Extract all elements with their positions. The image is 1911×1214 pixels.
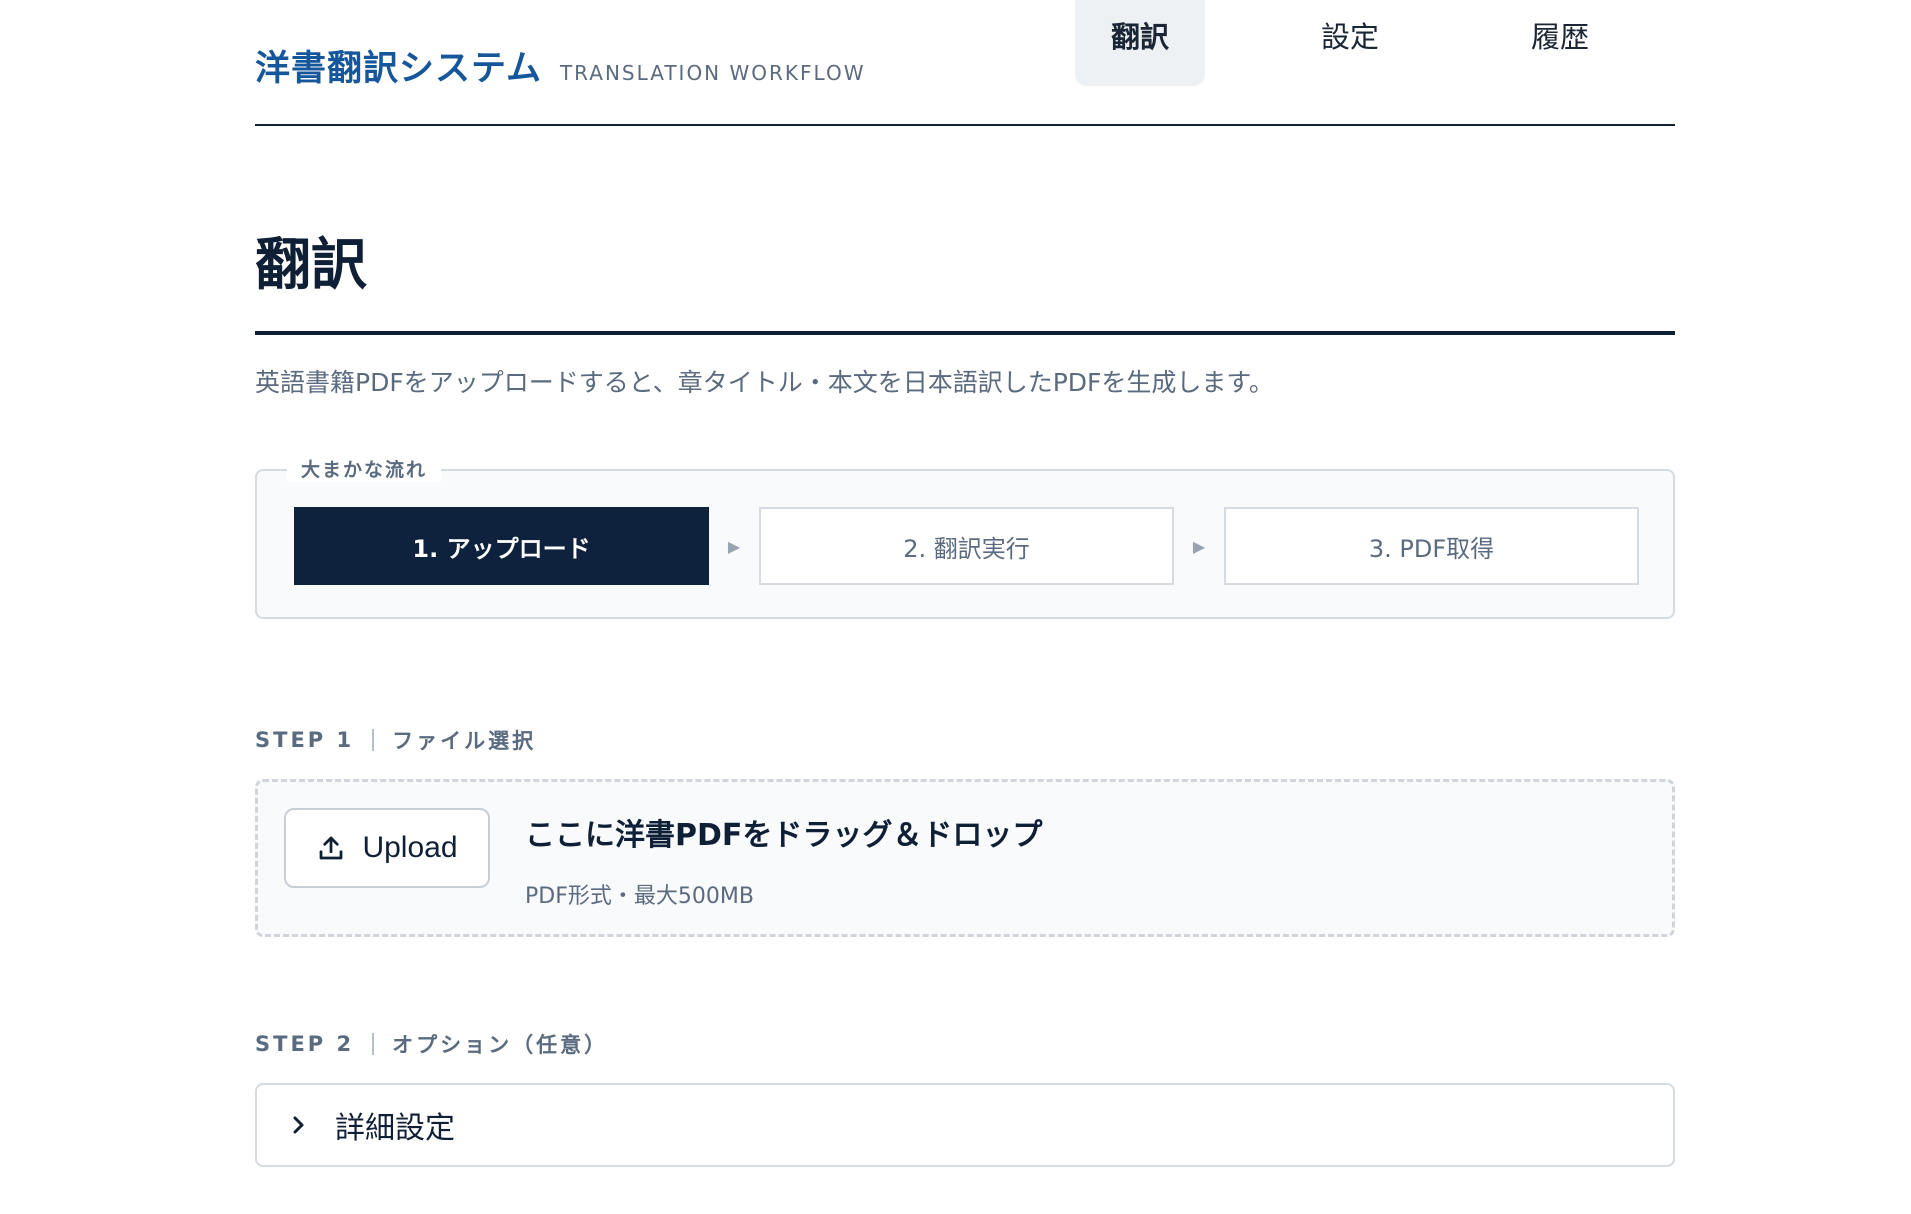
brand-subtitle: TRANSLATION WORKFLOW bbox=[559, 61, 866, 85]
page-container: 洋書翻訳システム TRANSLATION WORKFLOW 翻訳 設定 履歴 翻… bbox=[255, 0, 1675, 1167]
workflow-legend: 大まかな流れ bbox=[287, 455, 442, 482]
step1-title: ファイル選択 bbox=[392, 729, 537, 753]
chevron-right-icon bbox=[293, 1116, 304, 1134]
step2-heading: STEP 2 オプション（任意） bbox=[255, 1029, 1675, 1059]
step1-heading: STEP 1 ファイル選択 bbox=[255, 725, 1675, 755]
divider bbox=[372, 1033, 375, 1055]
nav-tab-settings[interactable]: 設定 bbox=[1285, 0, 1415, 86]
brand: 洋書翻訳システム TRANSLATION WORKFLOW bbox=[255, 40, 865, 91]
workflow-step-pdf: 3. PDF取得 bbox=[1224, 507, 1639, 585]
workflow-step-upload: 1. アップロード bbox=[294, 507, 709, 585]
step2-number: STEP 2 bbox=[255, 1032, 355, 1056]
triangle-right-icon: ▶ bbox=[727, 536, 741, 556]
advanced-settings-label: 詳細設定 bbox=[335, 1111, 455, 1146]
dropzone-title: ここに洋書PDFをドラッグ＆ドロップ bbox=[525, 818, 1043, 853]
pdf-dropzone[interactable]: Upload ここに洋書PDFをドラッグ＆ドロップ PDF形式・最大500MB bbox=[255, 779, 1675, 937]
page-title: 翻訳 bbox=[255, 220, 1675, 335]
dropzone-note: PDF形式・最大500MB bbox=[525, 884, 754, 909]
app-header: 洋書翻訳システム TRANSLATION WORKFLOW 翻訳 設定 履歴 bbox=[255, 0, 1675, 126]
nav-tab-translate[interactable]: 翻訳 bbox=[1075, 0, 1205, 86]
workflow-step-translate: 2. 翻訳実行 bbox=[759, 507, 1174, 585]
step1-number: STEP 1 bbox=[255, 728, 355, 752]
step2-title: オプション（任意） bbox=[392, 1033, 609, 1057]
page-description: 英語書籍PDFをアップロードすると、章タイトル・本文を日本語訳したPDFを生成し… bbox=[255, 368, 1274, 397]
upload-button[interactable]: Upload bbox=[284, 808, 490, 888]
workflow-steps: 1. アップロード ▶ 2. 翻訳実行 ▶ 3. PDF取得 bbox=[294, 507, 1639, 585]
triangle-right-icon: ▶ bbox=[1192, 536, 1206, 556]
advanced-settings-toggle[interactable]: 詳細設定 bbox=[255, 1083, 1675, 1167]
upload-button-label: Upload bbox=[362, 831, 458, 864]
upload-icon bbox=[320, 836, 343, 860]
main-nav: 翻訳 設定 履歴 bbox=[1075, 0, 1705, 86]
divider bbox=[372, 729, 375, 751]
brand-title: 洋書翻訳システム bbox=[255, 49, 542, 89]
workflow-overview: 大まかな流れ 1. アップロード ▶ 2. 翻訳実行 ▶ 3. PDF取得 bbox=[255, 455, 1675, 619]
nav-tab-history[interactable]: 履歴 bbox=[1495, 0, 1625, 86]
